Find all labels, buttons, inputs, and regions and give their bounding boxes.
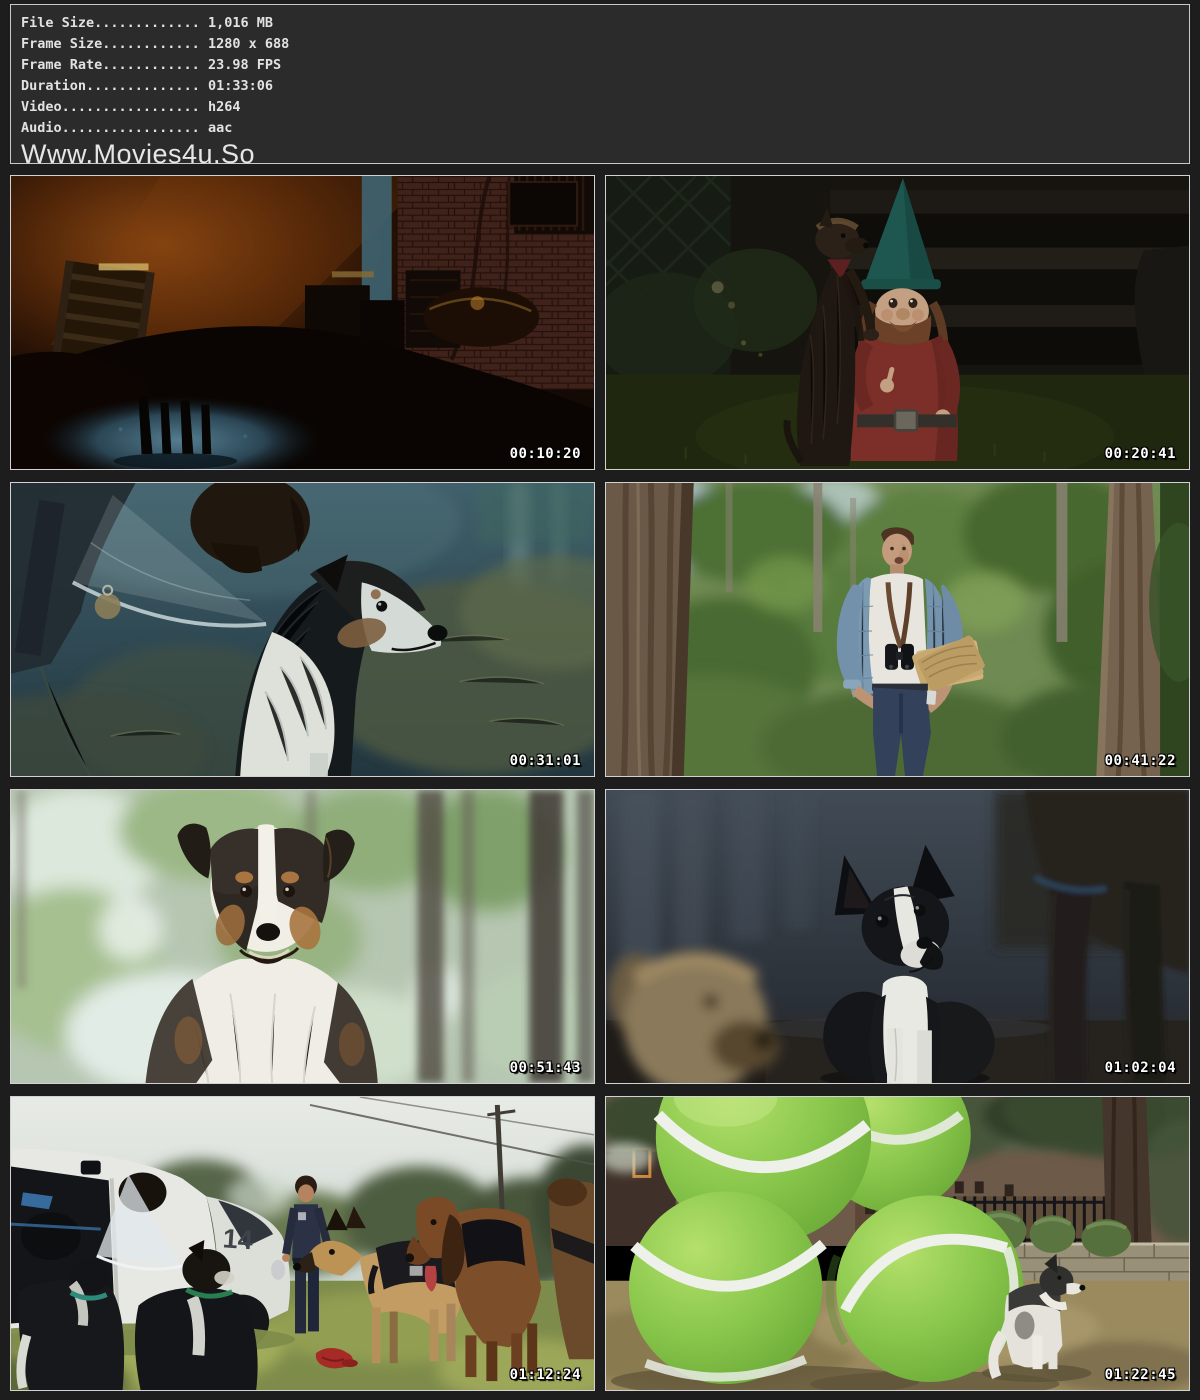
screenshot-frame-3: 00:31:01	[10, 482, 595, 777]
dot-leader: ............	[102, 36, 200, 52]
screenshot-frame-2: 00:20:41	[605, 175, 1190, 470]
audio-label: Audio	[21, 120, 62, 136]
timestamp-overlay: 00:51:43	[510, 1060, 581, 1076]
timestamp-overlay: 01:02:04	[1105, 1060, 1176, 1076]
site-watermark: Www.Movies4u.So	[21, 141, 1189, 168]
file-info-panel: File Size.............1,016 MB Frame Siz…	[10, 4, 1190, 164]
scene-k9-van-image: 14	[11, 1097, 594, 1390]
audio-value: aac	[200, 120, 233, 136]
dot-leader: .............	[94, 15, 200, 31]
frame-size-line: Frame Size............1280 x 688	[21, 34, 1189, 55]
file-size-value: 1,016 MB	[200, 15, 273, 31]
dot-leader: .................	[62, 99, 200, 115]
timestamp-overlay: 01:12:24	[510, 1367, 581, 1383]
timestamp-overlay: 00:41:22	[1105, 753, 1176, 769]
dot-leader: ............	[102, 57, 200, 73]
left-tree-trunk	[606, 483, 694, 776]
audio-codec-line: Audio.................aac	[21, 118, 1189, 139]
scene-forest-man-image	[606, 483, 1189, 776]
scene-tennis-balls-image	[606, 1097, 1189, 1390]
right-tree-trunk	[1096, 483, 1189, 776]
dot-leader: ..............	[86, 78, 200, 94]
screenshot-frame-1: 00:10:20	[10, 175, 595, 470]
screenshot-frame-7: 14	[10, 1096, 595, 1391]
scene-aussie-profile-image	[11, 483, 594, 776]
screenshot-frame-4: 00:41:22	[605, 482, 1190, 777]
file-size-label: File Size	[21, 15, 94, 31]
video-label: Video	[21, 99, 62, 115]
video-codec-line: Video.................h264	[21, 97, 1189, 118]
timestamp-overlay: 00:10:20	[510, 446, 581, 462]
van-number: 14	[222, 1223, 254, 1255]
timestamp-overlay: 00:31:01	[510, 753, 581, 769]
scene-smiling-aussie-image	[11, 790, 594, 1083]
duration-line: Duration..............01:33:06	[21, 76, 1189, 97]
frame-rate-line: Frame Rate............23.98 FPS	[21, 55, 1189, 76]
screenshot-frame-8: 01:22:45	[605, 1096, 1190, 1391]
screenshot-grid: 00:10:20	[10, 175, 1190, 1391]
duration-label: Duration	[21, 78, 86, 94]
scene-dark-alley-image	[11, 176, 594, 469]
video-value: h264	[200, 99, 241, 115]
screenshot-frame-6: 01:02:04	[605, 789, 1190, 1084]
frame-rate-value: 23.98 FPS	[200, 57, 281, 73]
duration-value: 01:33:06	[200, 78, 273, 94]
timestamp-overlay: 00:20:41	[1105, 446, 1176, 462]
screenshot-frame-5: 00:51:43	[10, 789, 595, 1084]
dot-leader: .................	[62, 120, 200, 136]
scene-boston-terrier-image	[606, 790, 1189, 1083]
timestamp-overlay: 01:22:45	[1105, 1367, 1176, 1383]
scene-gnome-image	[606, 176, 1189, 469]
file-size-line: File Size.............1,016 MB	[21, 13, 1189, 34]
frame-size-label: Frame Size	[21, 36, 102, 52]
frame-rate-label: Frame Rate	[21, 57, 102, 73]
frame-size-value: 1280 x 688	[200, 36, 289, 52]
